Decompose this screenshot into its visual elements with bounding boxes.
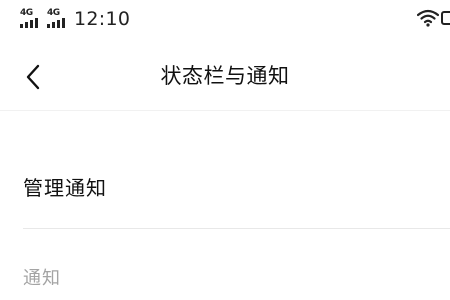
network-type-label: 4G	[20, 8, 33, 18]
network-type-label: 4G	[47, 8, 60, 18]
signal-bars-icon	[20, 18, 38, 28]
status-time: 12:10	[74, 8, 131, 30]
nav-bar: 状态栏与通知	[0, 44, 450, 110]
cellular-signal-1: 4G	[20, 9, 44, 29]
status-bar: 4G 4G 12:10	[0, 0, 450, 40]
wifi-icon	[417, 9, 439, 27]
manage-notifications-label: 管理通知	[23, 176, 107, 200]
manage-notifications-item[interactable]: 管理通知	[0, 160, 450, 216]
signal-bars-icon	[47, 18, 65, 28]
section-header-notifications: 通知	[23, 268, 61, 289]
row-divider	[23, 228, 450, 229]
settings-screen: 4G 4G 12:10 状态栏与通知 管理通知 通知	[0, 0, 450, 300]
page-title: 状态栏与通知	[160, 64, 290, 88]
cellular-signal-2: 4G	[47, 9, 71, 29]
battery-icon	[441, 11, 450, 25]
nav-divider	[0, 110, 450, 111]
